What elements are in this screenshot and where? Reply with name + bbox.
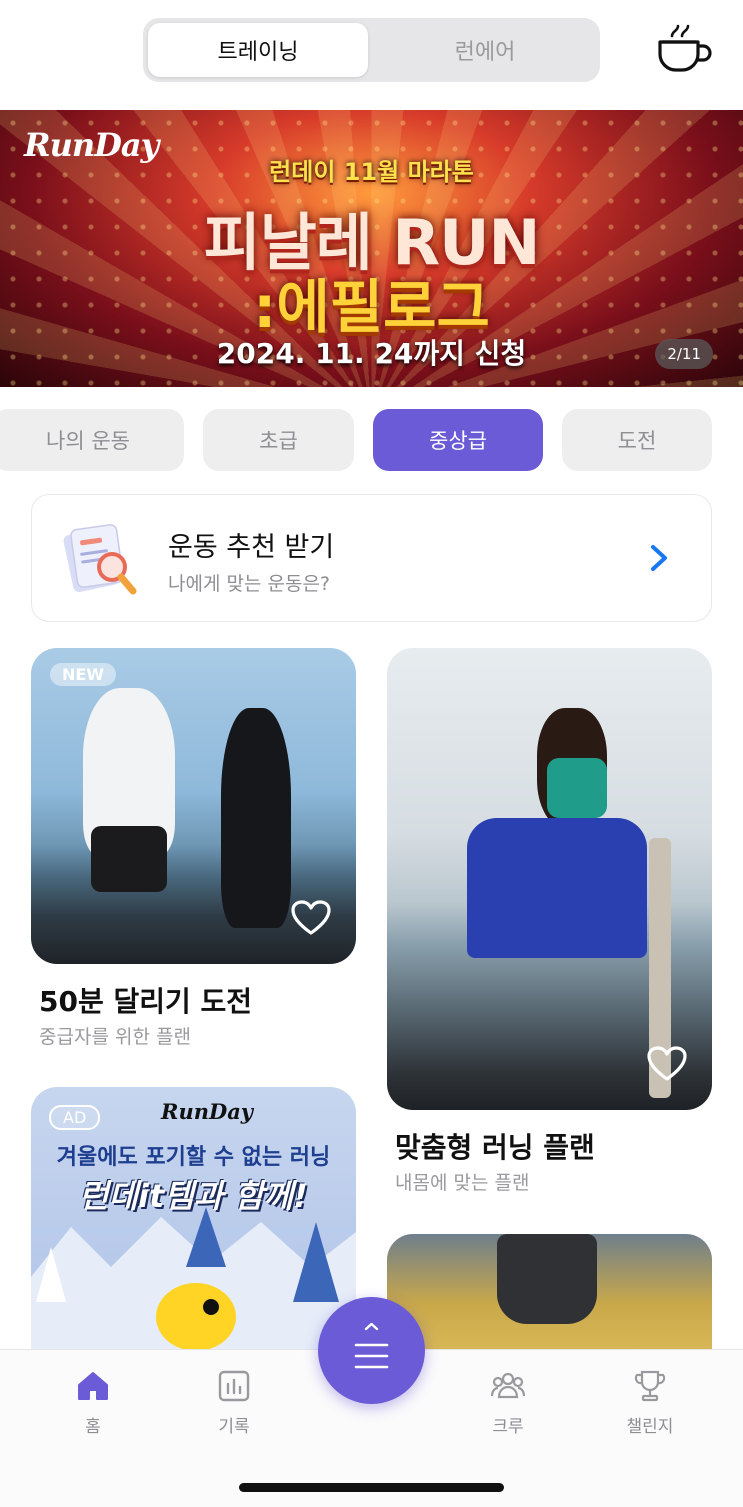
nav-challenge[interactable]: 챌린지 bbox=[600, 1368, 700, 1437]
ad-badge: AD bbox=[49, 1105, 101, 1130]
tab-training[interactable]: 트레이닝 bbox=[148, 23, 368, 77]
mode-segmented-control: 트레이닝 런에어 bbox=[143, 18, 600, 82]
chevron-right-icon[interactable] bbox=[646, 541, 672, 575]
plan-card-image-50min[interactable]: NEW bbox=[31, 648, 356, 964]
new-badge: NEW bbox=[50, 663, 116, 686]
plan-card-image-custom[interactable] bbox=[387, 648, 712, 1110]
tab-run-air[interactable]: 런에어 bbox=[375, 23, 595, 77]
nav-records[interactable]: 기록 bbox=[184, 1368, 284, 1437]
coffee-cup-icon[interactable] bbox=[650, 20, 714, 76]
runday-logo: RunDay bbox=[161, 1099, 254, 1124]
plan-card-subtitle: 내몸에 맞는 플랜 bbox=[395, 1172, 530, 1194]
runner-leggings bbox=[467, 818, 647, 958]
chip-beginner[interactable]: 초급 bbox=[203, 409, 354, 471]
plan-card-title[interactable]: 50분 달리기 도전 bbox=[39, 980, 252, 1020]
runner-figure-partial bbox=[497, 1234, 597, 1324]
recommendation-title: 운동 추천 받기 bbox=[168, 532, 335, 563]
banner-date: 2024. 11. 24까지 신청 bbox=[216, 337, 527, 370]
nav-home[interactable]: 홈 bbox=[43, 1368, 143, 1437]
nav-crew[interactable]: 크루 bbox=[458, 1368, 558, 1437]
runner-shorts bbox=[91, 826, 167, 892]
ad-headline: 겨울에도 포기할 수 없는 러닝 bbox=[56, 1145, 331, 1170]
top-bar: 트레이닝 런에어 bbox=[0, 0, 743, 110]
nav-home-label: 홈 bbox=[85, 1417, 101, 1437]
recommendation-card[interactable]: 운동 추천 받기 나에게 맞는 운동은? bbox=[31, 494, 712, 622]
home-icon bbox=[78, 1372, 108, 1400]
trophy-icon bbox=[634, 1370, 666, 1402]
heart-icon[interactable] bbox=[647, 1046, 687, 1082]
recommendation-subtitle: 나에게 맞는 운동은? bbox=[168, 573, 331, 595]
menu-expand-icon bbox=[354, 1323, 389, 1369]
chip-challenge[interactable]: 도전 bbox=[562, 409, 712, 471]
plan-card-subtitle: 중급자를 위한 플랜 bbox=[39, 1026, 191, 1048]
runner-figure-woman bbox=[221, 708, 291, 928]
menu-fab-button[interactable] bbox=[318, 1297, 425, 1404]
home-indicator bbox=[239, 1483, 504, 1492]
document-search-icon bbox=[63, 524, 137, 595]
banner-page-indicator: 2/11 bbox=[655, 339, 713, 369]
nav-crew-label: 크루 bbox=[492, 1417, 524, 1437]
promo-banner[interactable]: RunDay 런데이 11월 마라톤 피날레 RUN :에필로그 2024. 1… bbox=[0, 110, 743, 387]
banner-subtitle: 런데이 11월 마라톤 bbox=[269, 158, 474, 186]
plan-card-title[interactable]: 맞춤형 러닝 플랜 bbox=[395, 1126, 595, 1166]
group-icon bbox=[490, 1372, 526, 1399]
runner-top bbox=[547, 758, 607, 818]
chart-icon bbox=[218, 1370, 250, 1402]
nav-challenge-label: 챌린지 bbox=[626, 1417, 674, 1437]
chip-intermediate-advanced[interactable]: 중상급 bbox=[373, 409, 543, 471]
heart-icon[interactable] bbox=[291, 900, 331, 936]
chip-my-workout[interactable]: 나의 운동 bbox=[0, 409, 184, 471]
nav-records-label: 기록 bbox=[218, 1417, 250, 1437]
